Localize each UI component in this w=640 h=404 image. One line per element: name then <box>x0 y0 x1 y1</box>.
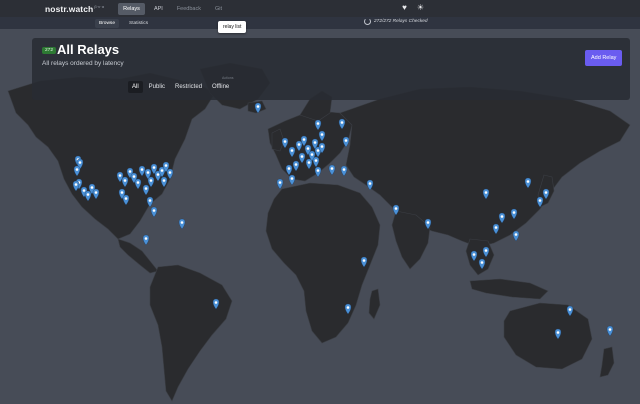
check-status: 272/272 Relays Checked <box>364 18 428 25</box>
relay-count-badge: 272 <box>42 47 57 54</box>
tab-browse[interactable]: Browse <box>95 18 119 28</box>
relays-panel: 272 All Relays All relays ordered by lat… <box>32 38 630 100</box>
check-status-text: 272/272 Relays Checked <box>374 19 428 24</box>
tab-statistics[interactable]: Statistics <box>125 19 152 28</box>
brand-version: β·v·α <box>94 3 105 9</box>
brand-logo[interactable]: nostr.watchβ·v·α <box>45 4 104 14</box>
relay-filter-tabs: All Public Restricted Offline <box>128 81 233 93</box>
brand-name: nostr.watch <box>45 3 94 14</box>
page-subtitle: All relays ordered by latency <box>42 60 124 67</box>
sun-icon[interactable]: ☀ <box>417 4 424 12</box>
filter-all[interactable]: All <box>128 81 143 93</box>
page-title: All Relays <box>57 42 120 57</box>
filter-offline[interactable]: Offline <box>208 81 233 93</box>
filter-restricted[interactable]: Restricted <box>171 81 206 93</box>
heart-icon[interactable]: ♥ <box>402 4 407 12</box>
subnav-tabs: Browse Statistics <box>93 18 152 28</box>
filter-public[interactable]: Public <box>145 81 169 93</box>
header-icons: ♥ ☀ <box>402 4 424 12</box>
nav-git[interactable]: Git <box>210 3 227 15</box>
top-navbar: nostr.watchβ·v·α Relays API Feedback Git… <box>0 0 640 17</box>
relay-list-tooltip: relay list <box>218 21 247 33</box>
add-relay-button[interactable]: Add Relay <box>585 50 623 66</box>
sub-navbar: Browse Statistics <box>0 17 640 29</box>
nav-api[interactable]: API <box>149 3 168 15</box>
main-nav: Relays API Feedback Git <box>118 2 227 15</box>
filter-hint: Actions <box>222 76 234 80</box>
nav-relays[interactable]: Relays <box>118 2 145 15</box>
loading-spinner-icon <box>364 18 371 25</box>
nav-feedback[interactable]: Feedback <box>172 3 206 15</box>
